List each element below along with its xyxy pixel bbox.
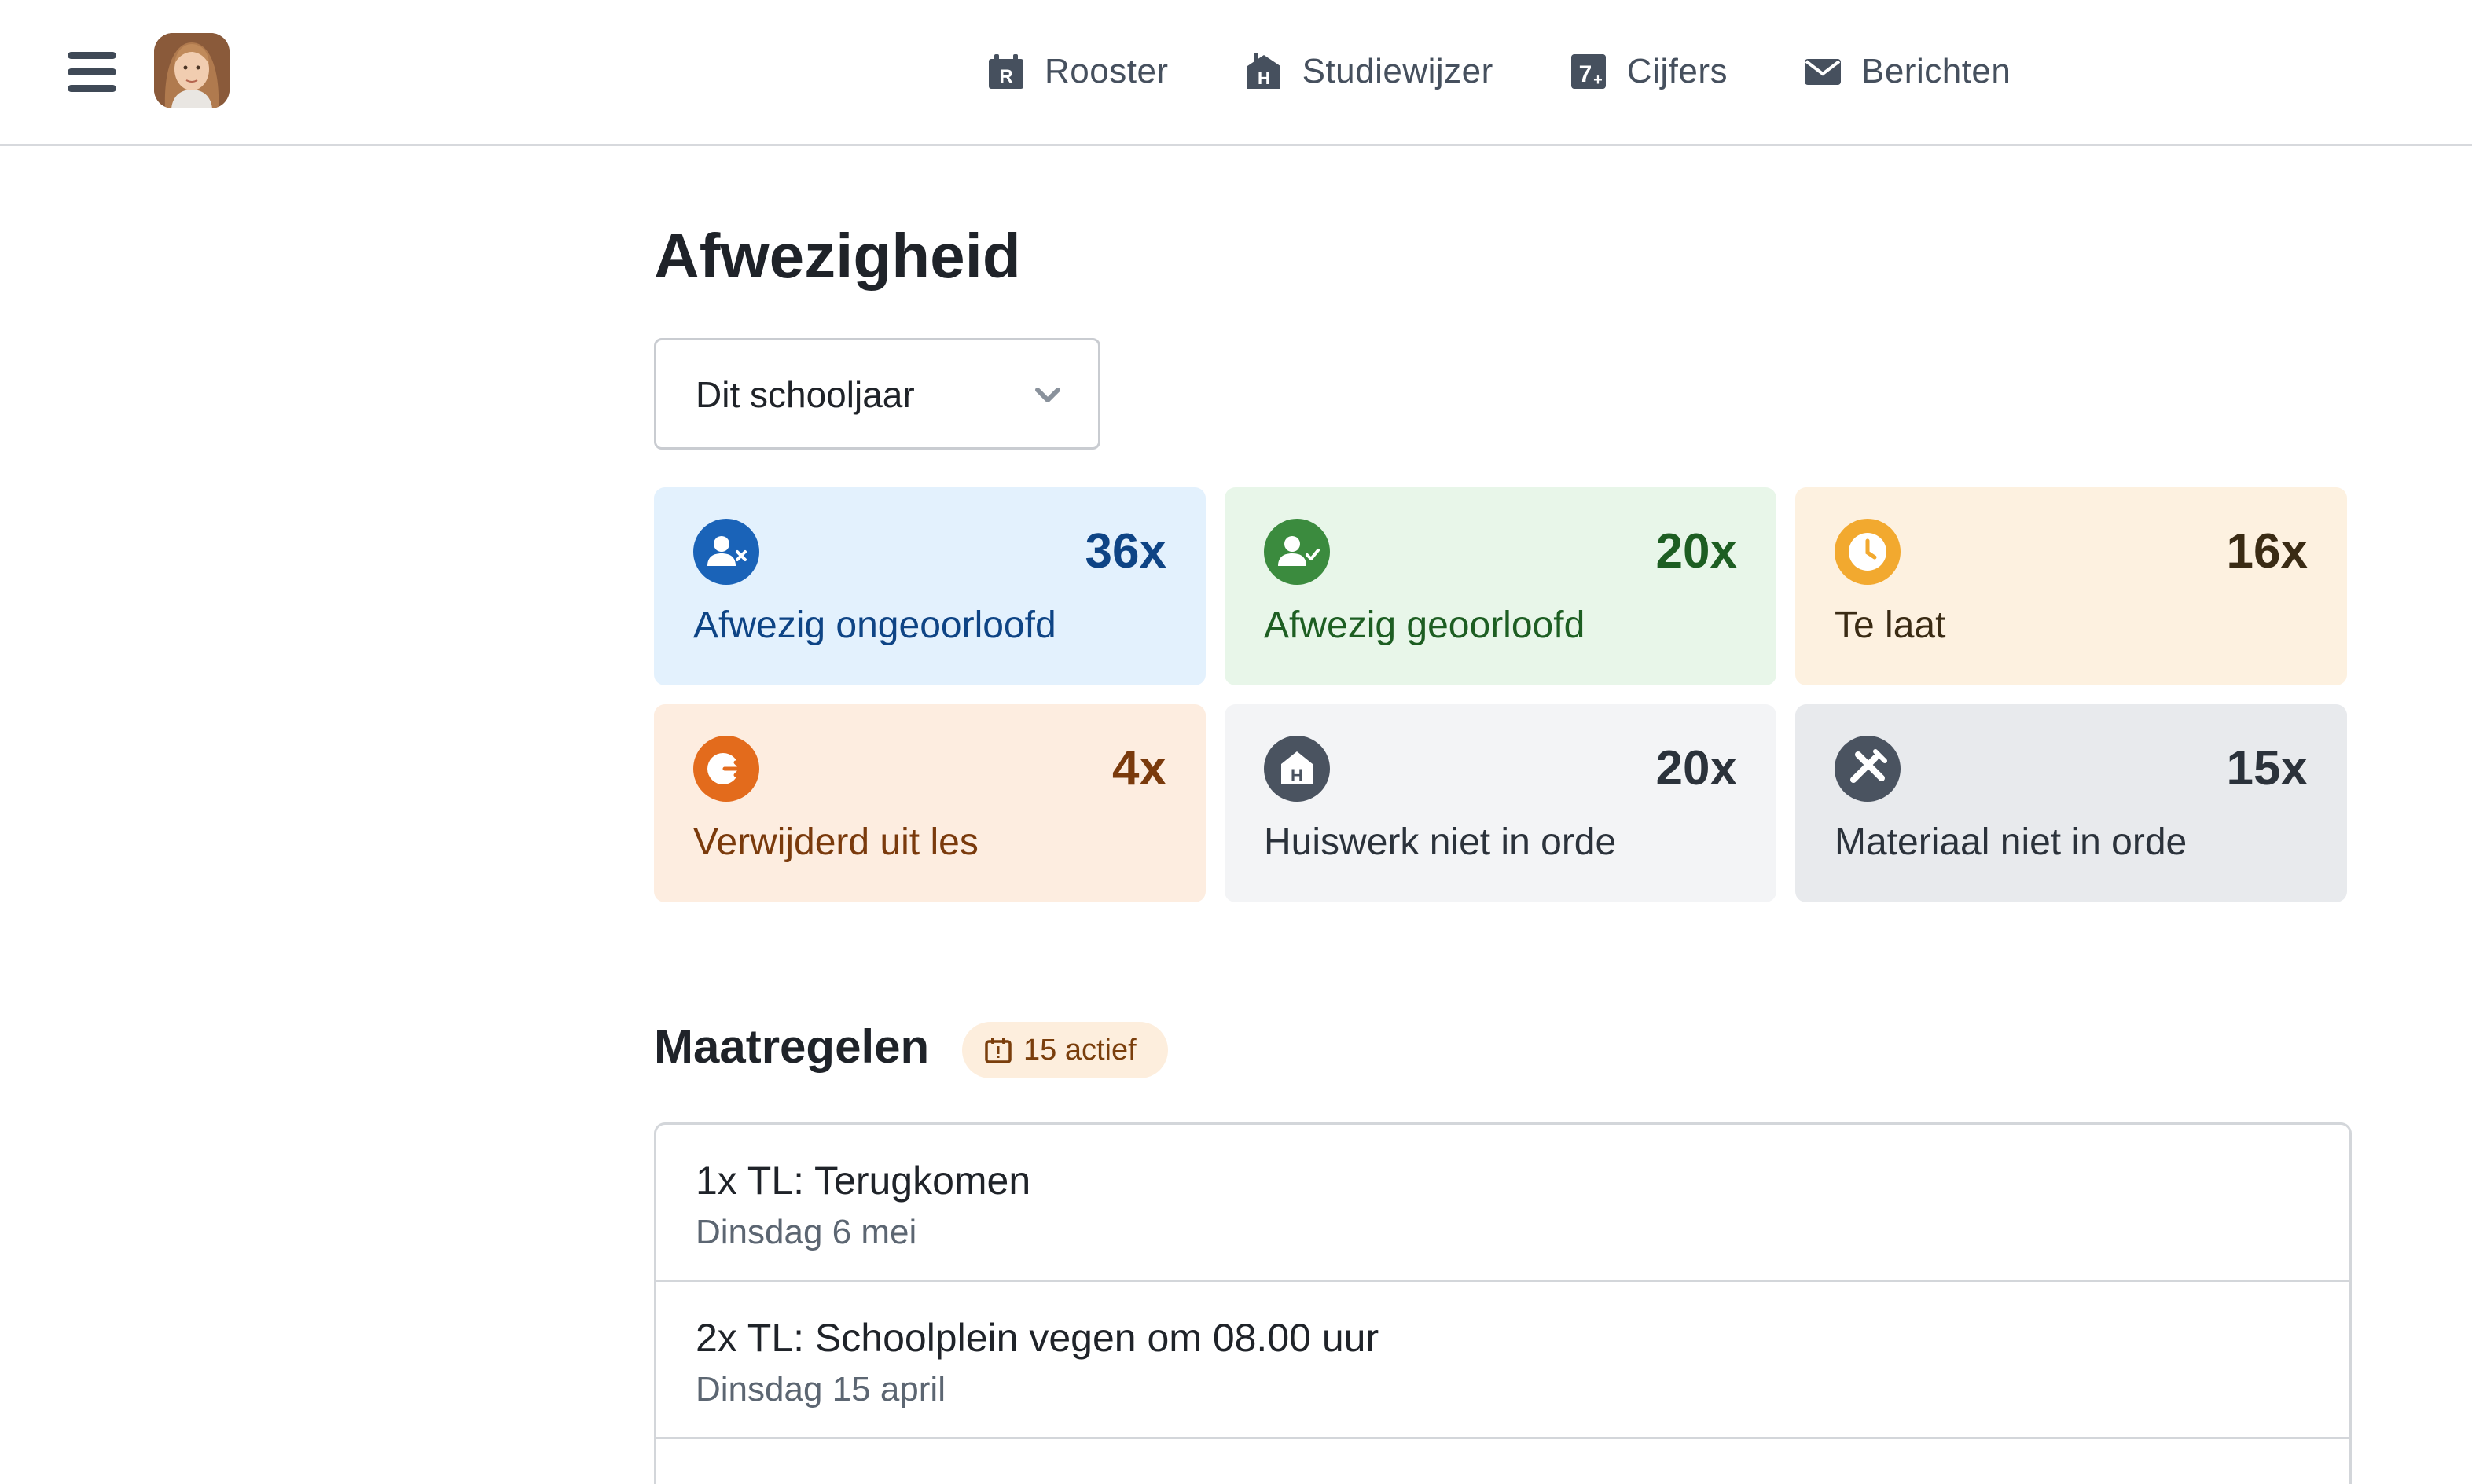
- cijfers-icon: 7 +: [1570, 54, 1606, 89]
- card-label: Materiaal niet in orde: [1835, 821, 2187, 863]
- nav-label-rooster: Rooster: [1045, 52, 1169, 90]
- nav-label-berichten: Berichten: [1860, 52, 2011, 90]
- card-te-laat[interactable]: 16x Te laat: [1795, 487, 2347, 685]
- page-title: Afwezigheid: [654, 221, 1021, 291]
- nav-label-studiewijzer: Studiewijzer: [1302, 52, 1493, 90]
- menu-icon[interactable]: [68, 49, 116, 94]
- nav-item-berichten[interactable]: Berichten: [1803, 52, 2011, 91]
- card-label: Huiswerk niet in orde: [1264, 821, 1617, 863]
- svg-text:H: H: [1291, 766, 1303, 785]
- card-afwezig-ongeoorloofd[interactable]: 36x Afwezig ongeoorloofd: [654, 487, 1206, 685]
- list-item[interactable]: 2x TL: Schoolplein vegen om 08.00 uur Di…: [656, 1282, 2349, 1439]
- clock-icon: [1835, 519, 1901, 585]
- nav-label-cijfers: Cijfers: [1626, 52, 1728, 90]
- status-badge: 15 actief: [962, 1022, 1168, 1078]
- card-count: 4x: [1112, 741, 1166, 795]
- svg-text:R: R: [999, 66, 1012, 87]
- card-label: Te laat: [1835, 604, 1946, 646]
- nav-item-rooster[interactable]: R Rooster: [986, 52, 1169, 91]
- card-label: Afwezig ongeoorloofd: [693, 604, 1056, 646]
- card-afwezig-geoorloofd[interactable]: 20x Afwezig geoorloofd: [1225, 487, 1776, 685]
- card-count: 15x: [2226, 741, 2308, 795]
- card-count: 20x: [1655, 524, 1737, 579]
- list-item-date: Dinsdag 6 mei: [696, 1213, 917, 1251]
- section-title-maatregelen: Maatregelen: [654, 1020, 930, 1073]
- list-item-title: 1x TL: Terugkomen: [696, 1159, 1031, 1203]
- badge-label: 15 actief: [1023, 1033, 1137, 1067]
- period-select[interactable]: Dit schooljaar: [654, 338, 1100, 450]
- list-item-date: Dinsdag 15 april: [696, 1370, 946, 1409]
- exit-icon: [693, 736, 759, 802]
- user-check-icon: [1264, 519, 1330, 585]
- homework-icon: H: [1264, 736, 1330, 802]
- svg-text:H: H: [1258, 68, 1270, 88]
- nav-item-cijfers[interactable]: 7 + Cijfers: [1569, 52, 1728, 91]
- card-count: 20x: [1655, 741, 1737, 795]
- envelope-icon: [1804, 59, 1841, 85]
- card-label: Afwezig geoorloofd: [1264, 604, 1585, 646]
- main-content: Afwezigheid Dit schooljaar 36x Afwezig o…: [654, 204, 2352, 1484]
- card-huiswerk-niet-in-orde[interactable]: H 20x Huiswerk niet in orde: [1225, 704, 1776, 902]
- card-count: 36x: [1085, 524, 1166, 579]
- list-item[interactable]: 1x TL: Terugkomen Dinsdag 6 mei: [656, 1125, 2349, 1282]
- card-verwijderd-uit-les[interactable]: 4x Verwijderd uit les: [654, 704, 1206, 902]
- card-count: 16x: [2226, 524, 2308, 579]
- rooster-icon: R: [989, 54, 1023, 89]
- svg-text:+: +: [1593, 72, 1603, 89]
- maatregelen-list: 1x TL: Terugkomen Dinsdag 6 mei 2x TL: S…: [654, 1122, 2352, 1484]
- top-bar: R Rooster H Studiewijzer 7 + Cijfers Ber…: [0, 0, 2472, 146]
- main-nav: R Rooster H Studiewijzer 7 + Cijfers Ber…: [986, 46, 2011, 97]
- period-select-value: Dit schooljaar: [696, 374, 915, 415]
- nav-item-studiewijzer[interactable]: H Studiewijzer: [1244, 52, 1493, 91]
- card-label: Verwijderd uit les: [693, 821, 979, 863]
- studiewijzer-icon: H: [1247, 53, 1280, 89]
- chevron-down-icon: [1035, 388, 1060, 402]
- avatar[interactable]: [154, 33, 230, 108]
- user-x-icon: [693, 519, 759, 585]
- card-materiaal-niet-in-orde[interactable]: 15x Materiaal niet in orde: [1795, 704, 2347, 902]
- calendar-alert-icon: [985, 1038, 1012, 1063]
- tools-icon: [1835, 736, 1901, 802]
- svg-text:7: 7: [1578, 61, 1592, 87]
- list-item-title: 2x TL: Schoolplein vegen om 08.00 uur: [696, 1316, 1379, 1360]
